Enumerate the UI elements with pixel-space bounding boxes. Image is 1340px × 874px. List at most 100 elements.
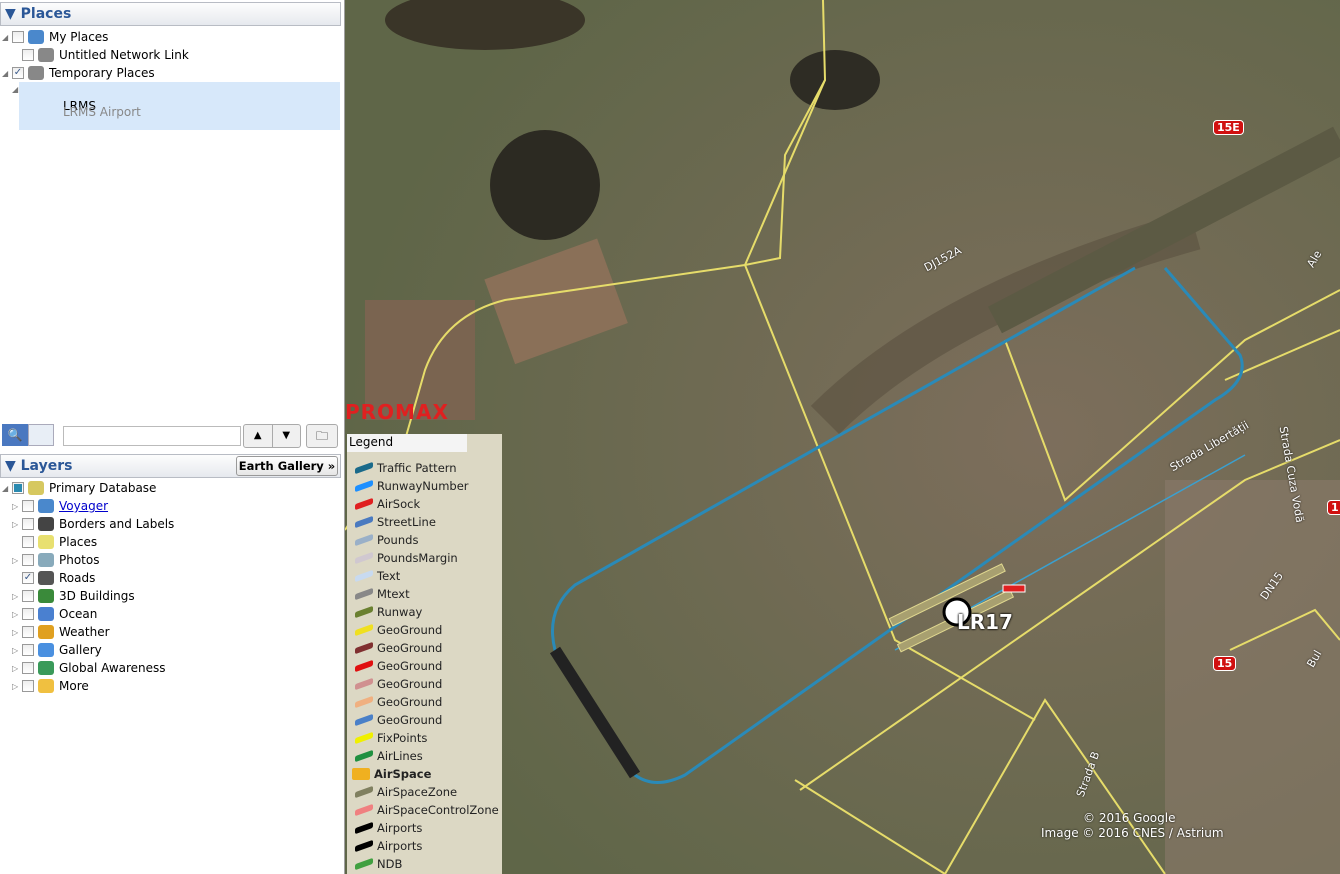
expand-icon[interactable]: ◢ (2, 69, 12, 78)
checkbox[interactable] (22, 662, 34, 674)
move-up-button[interactable]: ▲ (244, 425, 272, 447)
note-icon (38, 679, 54, 693)
expand-icon[interactable]: ▷ (12, 628, 22, 637)
layer-item[interactable]: ▷ Weather (12, 623, 110, 641)
database-icon (28, 481, 44, 495)
legend-item: GeoGround (355, 693, 442, 711)
legend-item: Traffic Pattern (355, 459, 457, 477)
layer-label[interactable]: Voyager (59, 499, 108, 513)
copyright-google: © 2016 Google (1083, 811, 1176, 825)
earth-icon (38, 661, 54, 675)
legend-label: StreetLine (377, 515, 436, 529)
layer-item[interactable]: ▷ Voyager (12, 497, 108, 515)
legend-item: NDB (355, 855, 402, 873)
places-search-input[interactable] (63, 426, 241, 446)
expand-icon[interactable]: ◢ (2, 484, 12, 493)
checkbox[interactable] (22, 626, 34, 638)
expand-icon[interactable]: ▷ (12, 664, 22, 673)
layer-item[interactable]: ▷ Borders and Labels (12, 515, 174, 533)
layer-label: 3D Buildings (59, 589, 135, 603)
checkbox[interactable] (12, 31, 24, 43)
layer-item[interactable]: ▷ More (12, 677, 89, 695)
ocean-icon (38, 607, 54, 621)
checkbox[interactable]: ✓ (22, 572, 34, 584)
legend-label: GeoGround (377, 641, 443, 655)
checkbox[interactable] (22, 500, 34, 512)
legend-item: GeoGround (355, 675, 442, 693)
sun-icon (38, 625, 54, 639)
checkbox[interactable] (12, 482, 24, 494)
expand-icon[interactable]: ▷ (12, 592, 22, 601)
expand-icon[interactable]: ▷ (12, 520, 22, 529)
legend-label: Mtext (377, 587, 410, 601)
legend-item: GeoGround (355, 711, 442, 729)
checkbox[interactable]: ✓ (12, 67, 24, 79)
network-link-icon (38, 48, 54, 62)
layer-item[interactable]: Places (12, 533, 97, 551)
checkbox[interactable] (22, 644, 34, 656)
legend-item: AirSpaceControlZone (355, 801, 499, 819)
expand-icon[interactable]: ▷ (12, 682, 22, 691)
legend-item: RunwayNumber (355, 477, 469, 495)
layer-label: Borders and Labels (59, 517, 175, 531)
legend-swatch-icon (355, 497, 373, 511)
legend-item: Mtext (355, 585, 410, 603)
legend-label: FixPoints (377, 731, 428, 745)
legend-label: AirLines (377, 749, 423, 763)
legend-swatch-icon (355, 839, 373, 853)
expand-icon[interactable]: ▷ (12, 646, 22, 655)
legend-title: Legend (347, 434, 467, 452)
promax-logo: PROMAX (345, 400, 449, 424)
legend-swatch-icon (355, 479, 373, 493)
folder-icon (28, 66, 44, 80)
checkbox[interactable] (22, 49, 34, 61)
expand-icon[interactable]: ◢ (2, 33, 12, 42)
layer-item[interactable]: ▷ Photos (12, 551, 99, 569)
checkbox[interactable] (22, 518, 34, 530)
layer-label: Weather (59, 625, 110, 639)
folder-menu-button[interactable]: 🗀 (306, 424, 338, 448)
checkbox[interactable] (22, 536, 34, 548)
legend-label: RunwayNumber (377, 479, 469, 493)
forest-patch (490, 130, 600, 240)
expand-icon[interactable]: ▷ (12, 502, 22, 511)
legend-label: GeoGround (377, 695, 443, 709)
places-title: Places (20, 6, 72, 22)
layer-item[interactable]: ✓ Roads (12, 569, 95, 587)
places-header[interactable]: ▼ Places (0, 2, 341, 26)
legend-item: FixPoints (355, 729, 427, 747)
place-description: LRMS Airport (63, 105, 141, 119)
legend-item: Airports (355, 819, 422, 837)
legend-label: AirSock (377, 497, 421, 511)
legend-item: Pounds (355, 531, 418, 549)
legend-label: PoundsMargin (377, 551, 458, 565)
move-down-button[interactable]: ▼ (271, 425, 301, 447)
earth-gallery-button[interactable]: Earth Gallery » (236, 456, 338, 476)
layer-item[interactable]: ▷ Gallery (12, 641, 102, 659)
map-label-r15b: 1 (1327, 500, 1340, 515)
view-toggle: 🔍 (2, 424, 54, 448)
place-item[interactable]: ◢ My Places (2, 28, 108, 46)
expand-icon[interactable]: ▷ (12, 610, 22, 619)
star-icon (38, 643, 54, 657)
search-icon[interactable]: 🔍 (2, 424, 28, 446)
checkbox[interactable] (22, 554, 34, 566)
layer-item[interactable]: ◢ Primary Database (2, 479, 156, 497)
map-label-r15e: 15E (1213, 120, 1244, 135)
legend-swatch-icon (355, 857, 373, 871)
checkbox[interactable] (22, 680, 34, 692)
legend-label: AirSpace (374, 767, 432, 781)
layer-label: Global Awareness (59, 661, 166, 675)
legend-item: GeoGround (355, 657, 442, 675)
legend-swatch-icon (355, 551, 373, 565)
checkbox[interactable] (22, 608, 34, 620)
sidebar-toggle-icon[interactable] (28, 424, 54, 446)
layer-item[interactable]: ▷ Ocean (12, 605, 97, 623)
layer-label: Gallery (59, 643, 102, 657)
expand-icon[interactable]: ▷ (12, 556, 22, 565)
layer-item[interactable]: ▷ Global Awareness (12, 659, 166, 677)
layers-title: Layers (20, 458, 73, 474)
layer-item[interactable]: ▷ 3D Buildings (12, 587, 135, 605)
place-item[interactable]: Untitled Network Link (12, 46, 189, 64)
checkbox[interactable] (22, 590, 34, 602)
